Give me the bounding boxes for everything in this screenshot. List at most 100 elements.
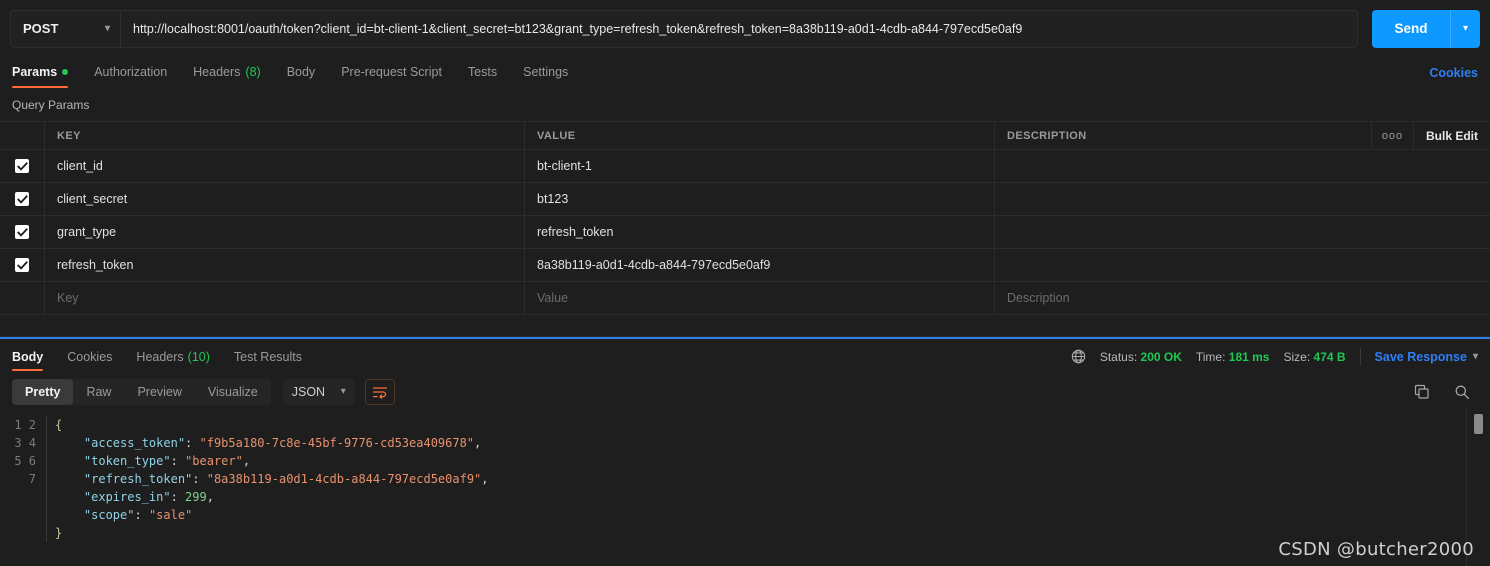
param-key[interactable]: client_secret (45, 183, 525, 215)
watermark-text: CSDN @butcher2000 (1278, 539, 1474, 560)
size-value: 474 B (1313, 349, 1346, 364)
json-key-refresh-token: "refresh_token" (55, 472, 193, 486)
time-value: 181 ms (1228, 349, 1270, 364)
response-time: Time: 181 ms (1196, 350, 1270, 364)
param-description[interactable] (995, 216, 1490, 248)
tab-pre-request-script[interactable]: Pre-request Script (341, 57, 442, 88)
column-header-description: DESCRIPTION (995, 122, 1372, 149)
table-header-tools: ooo Bulk Edit (1372, 122, 1490, 149)
json-key-access-token: "access_token" (55, 436, 186, 450)
vertical-scrollbar-thumb[interactable] (1474, 414, 1483, 434)
bulk-edit-button[interactable]: Bulk Edit (1414, 122, 1490, 149)
tab-body[interactable]: Body (287, 57, 316, 88)
row-checkbox-cell-empty (0, 282, 45, 314)
response-tab-headers-count: (10) (187, 349, 210, 364)
params-modified-dot-icon (62, 69, 69, 75)
tab-headers-count: (8) (245, 65, 261, 79)
param-value[interactable]: bt-client-1 (525, 150, 995, 182)
param-value[interactable]: refresh_token (525, 216, 995, 248)
postman-window: POST ▾ http://localhost:8001/oauth/token… (0, 0, 1490, 566)
tab-body-label: Body (286, 65, 316, 79)
request-url-input[interactable]: http://localhost:8001/oauth/token?client… (120, 9, 1358, 48)
param-key[interactable]: client_id (45, 150, 525, 182)
json-code-block: 1 2 3 4 5 6 7 { "access_token": "f9b5a18… (0, 410, 1490, 542)
response-status: Status: 200 OK (1100, 350, 1182, 364)
save-response-button[interactable]: Save Response ▾ (1375, 350, 1478, 364)
line-numbers: 1 2 3 4 5 6 7 (14, 418, 36, 486)
response-body-viewer[interactable]: 1 2 3 4 5 6 7 { "access_token": "f9b5a18… (0, 410, 1490, 566)
param-description[interactable] (995, 183, 1490, 215)
tab-settings-label: Settings (523, 65, 569, 79)
json-value-token-type: "bearer" (185, 454, 243, 468)
send-button[interactable]: Send (1372, 9, 1450, 48)
column-header-value: VALUE (525, 122, 995, 149)
view-mode-pretty[interactable]: Pretty (12, 379, 74, 405)
response-body-toolbar: Pretty Raw Preview Visualize JSON ▾ (0, 374, 1490, 410)
param-description[interactable] (995, 249, 1490, 281)
response-tab-body[interactable]: Body (12, 339, 44, 374)
table-bottom-spacer (0, 315, 1490, 337)
table-row: client_secret bt123 (0, 183, 1490, 216)
response-tab-test-results[interactable]: Test Results (234, 339, 302, 374)
query-params-section-label: Query Params (12, 98, 90, 112)
new-param-value-input[interactable]: Value (525, 282, 995, 314)
tab-tests[interactable]: Tests (468, 57, 497, 88)
param-value[interactable]: 8a38b119-a0d1-4cdb-a844-797ecd5e0af9 (525, 249, 995, 281)
table-row: client_id bt-client-1 (0, 150, 1490, 183)
response-size: Size: 474 B (1283, 350, 1345, 364)
tab-params-label: Params (12, 65, 58, 79)
new-param-description-input[interactable]: Description (995, 282, 1490, 314)
response-tab-headers[interactable]: Headers (10) (136, 339, 209, 374)
row-checkbox[interactable] (15, 159, 29, 173)
new-param-key-input[interactable]: Key (45, 282, 525, 314)
request-url-text: http://localhost:8001/oauth/token?client… (133, 21, 1023, 36)
response-tab-test-results-label: Test Results (233, 349, 302, 364)
copy-icon[interactable] (1414, 384, 1430, 400)
request-url-bar: POST ▾ http://localhost:8001/oauth/token… (0, 0, 1490, 57)
send-options-caret-icon[interactable]: ▾ (1450, 9, 1480, 48)
search-icon[interactable] (1454, 384, 1470, 400)
json-value-scope: "sale" (148, 508, 193, 522)
table-row: grant_type refresh_token (0, 216, 1490, 249)
chevron-down-icon: ▾ (104, 22, 110, 34)
param-value[interactable]: bt123 (525, 183, 995, 215)
tab-params[interactable]: Params (12, 57, 69, 88)
response-tab-body-label: Body (12, 349, 44, 364)
row-checkbox[interactable] (15, 192, 29, 206)
response-meta: Status: 200 OK Time: 181 ms Size: 474 B … (1071, 348, 1478, 365)
tab-settings[interactable]: Settings (523, 57, 568, 88)
line-number-gutter: 1 2 3 4 5 6 7 (0, 416, 46, 542)
tab-tests-label: Tests (467, 65, 498, 79)
view-mode-preview[interactable]: Preview (124, 379, 194, 405)
format-chevron-down-icon: ▾ (340, 386, 346, 397)
table-row: refresh_token 8a38b119-a0d1-4cdb-a844-79… (0, 249, 1490, 282)
view-mode-visualize[interactable]: Visualize (195, 379, 271, 405)
save-response-chevron-down-icon: ▾ (1472, 350, 1478, 362)
param-key[interactable]: grant_type (45, 216, 525, 248)
table-header-row: KEY VALUE DESCRIPTION ooo Bulk Edit (0, 122, 1490, 150)
cookies-link[interactable]: Cookies (1429, 57, 1478, 88)
json-key-token-type: "token_type" (55, 454, 171, 468)
param-description[interactable] (995, 150, 1490, 182)
response-tab-cookies[interactable]: Cookies (67, 339, 112, 374)
status-value: 200 OK (1140, 349, 1182, 364)
param-key[interactable]: refresh_token (45, 249, 525, 281)
json-open-brace: { (55, 418, 63, 432)
save-response-label: Save Response (1374, 349, 1467, 364)
wrap-lines-button[interactable] (364, 379, 395, 405)
http-method-label: POST (23, 21, 59, 36)
row-checkbox-cell (0, 150, 45, 182)
more-options-icon[interactable]: ooo (1372, 122, 1414, 149)
header-check-cell (0, 122, 45, 149)
row-checkbox[interactable] (15, 225, 29, 239)
row-checkbox-cell (0, 249, 45, 281)
view-mode-raw[interactable]: Raw (73, 379, 124, 405)
http-method-select[interactable]: POST ▾ (10, 9, 120, 48)
json-key-expires-in: "expires_in" (55, 490, 171, 504)
tab-headers[interactable]: Headers (8) (193, 57, 261, 88)
response-format-select[interactable]: JSON ▾ (282, 379, 355, 405)
request-tabs: Params Authorization Headers (8) Body Pr… (0, 57, 1490, 88)
response-body-actions (1414, 384, 1478, 400)
tab-authorization[interactable]: Authorization (94, 57, 167, 88)
row-checkbox[interactable] (15, 258, 29, 272)
